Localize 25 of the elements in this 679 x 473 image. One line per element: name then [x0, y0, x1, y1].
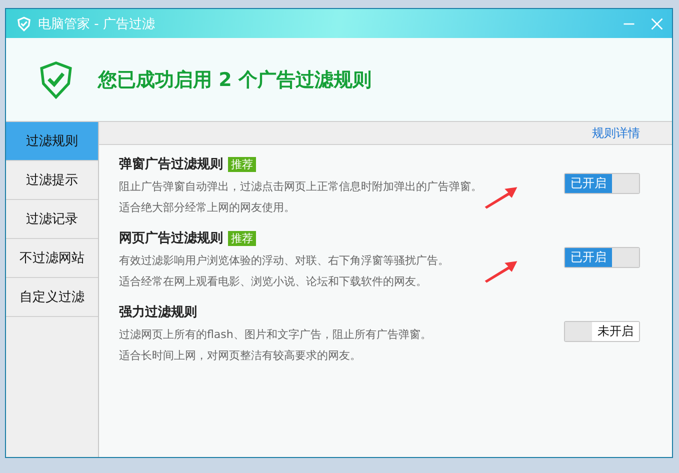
window-title: 电脑管家 - 广告过滤	[38, 16, 155, 32]
rule-description: 阻止广告弹窗自动弹出，过滤点击网页上正常信息时附加弹出的广告弹窗。	[119, 179, 483, 194]
sidebar-item[interactable]: 过滤记录	[6, 200, 98, 239]
rule-description: 适合长时间上网，对网页整洁有较高要求的网友。	[119, 348, 362, 363]
sidebar-item[interactable]: 过滤提示	[6, 161, 98, 200]
close-button[interactable]	[650, 16, 664, 30]
recommended-badge: 推荐	[228, 230, 256, 246]
arrow-annotation	[483, 259, 519, 283]
rule-description: 有效过滤影响用户浏览体验的浮动、对联、右下角浮窗等骚扰广告。	[119, 253, 450, 268]
rule-title: 强力过滤规则	[119, 304, 197, 321]
toggle-switch[interactable]: 未开启	[564, 321, 640, 342]
success-message: 您已成功启用 2 个广告过滤规则	[98, 68, 372, 92]
sidebar-item[interactable]: 自定义过滤	[6, 278, 98, 317]
arrow-annotation	[483, 185, 519, 209]
rule-description: 适合绝大部分经常上网的网友使用。	[119, 200, 296, 215]
rule-title: 网页广告过滤规则	[119, 230, 223, 247]
sidebar-item[interactable]: 过滤规则	[6, 122, 98, 161]
rule-title: 弹窗广告过滤规则	[119, 156, 223, 173]
rule-description: 适合经常在网上观看电影、浏览小说、论坛和下载软件的网友。	[119, 274, 428, 289]
shield-icon	[16, 16, 32, 32]
sidebar-item[interactable]: 不过滤网站	[6, 239, 98, 278]
rule-details-link[interactable]: 规则详情	[592, 124, 640, 142]
recommended-badge: 推荐	[228, 156, 256, 172]
rule-description: 过滤网页上所有的flash、图片和文字广告，阻止所有广告弹窗。	[119, 327, 432, 342]
shield-check-icon	[38, 60, 74, 100]
